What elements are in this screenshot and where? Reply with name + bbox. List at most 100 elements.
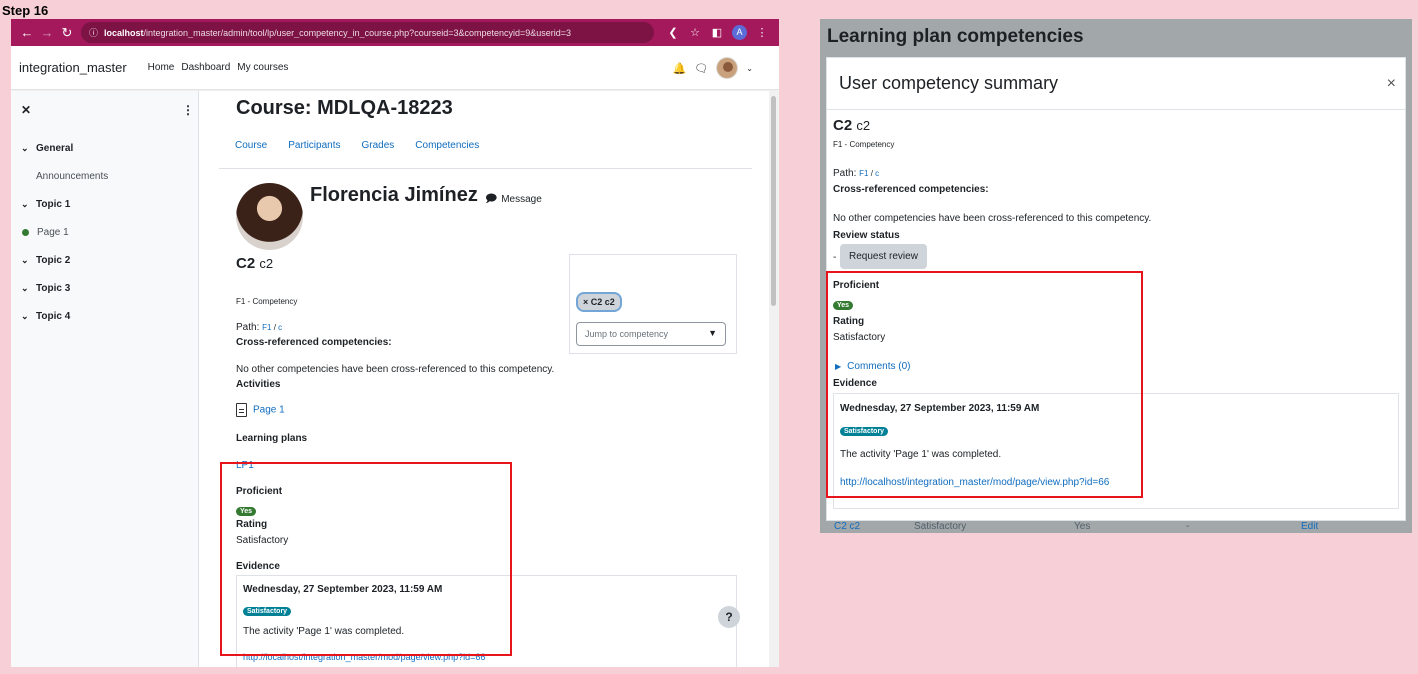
tab-competencies[interactable]: Competencies <box>415 140 479 151</box>
under-edit: Edit <box>1301 521 1319 532</box>
drawer-item-announcements[interactable]: Announcements <box>36 171 108 182</box>
drawer-options-icon[interactable]: ⋮ <box>182 103 194 117</box>
completion-dot-icon <box>22 229 29 236</box>
address-bar[interactable]: ⓘ localhost/integration_master/admin/too… <box>81 22 654 43</box>
site-info-icon[interactable]: ⓘ <box>89 26 98 39</box>
drawer-item-label: Topic 1 <box>36 199 71 210</box>
scrollbar-thumb[interactable] <box>771 96 776 306</box>
back-icon[interactable]: ← <box>17 25 37 40</box>
drawer-item-label: Topic 3 <box>36 283 71 294</box>
highlight-box-left <box>220 462 512 656</box>
review-status-dash: - <box>833 252 837 263</box>
share-icon[interactable]: ❮ <box>662 26 684 39</box>
chevron-down-icon: ⌄ <box>21 199 29 209</box>
modal-title: User competency summary <box>839 73 1059 93</box>
caret-down-icon: ▼ <box>708 328 717 338</box>
browser-menu-icon[interactable]: ⋮ <box>751 26 773 39</box>
drawer-item-topic-4[interactable]: ⌄ Topic 4 <box>21 311 70 322</box>
nav-link-dashboard[interactable]: Dashboard <box>181 62 230 73</box>
under-proficient: Yes <box>1074 521 1091 532</box>
jump-placeholder: Jump to competency <box>585 329 669 339</box>
drawer-item-topic-3[interactable]: ⌄ Topic 3 <box>21 283 70 294</box>
modal-path-label: Path: <box>833 168 857 179</box>
drawer-item-label: Topic 4 <box>36 311 71 322</box>
tab-grades[interactable]: Grades <box>362 140 395 151</box>
tab-course[interactable]: Course <box>235 140 267 151</box>
competency-idnumber: c2 <box>259 256 274 271</box>
under-competency: C2 c2 <box>834 521 861 532</box>
page-file-icon <box>236 403 247 417</box>
modal-competency-path: Path: F1 / c <box>833 168 879 179</box>
url-path: /integration_master/admin/tool/lp/user_c… <box>143 27 572 38</box>
forward-icon[interactable]: → <box>37 25 57 40</box>
chevron-down-icon: ⌄ <box>21 283 29 293</box>
modal-header: User competency summary × <box>827 58 1405 110</box>
nav-link-my-courses[interactable]: My courses <box>237 62 288 73</box>
page-scrollbar[interactable] <box>769 91 779 667</box>
competency-shortname: C2 <box>236 255 256 272</box>
chevron-down-icon: ⌄ <box>21 255 29 265</box>
chevron-down-icon: ⌄ <box>21 311 29 321</box>
browser-profile-avatar[interactable]: A <box>732 25 747 40</box>
drawer-item-general[interactable]: ⌄ General <box>21 143 73 154</box>
modal-crossref-heading: Cross-referenced competencies: <box>833 184 989 195</box>
under-dash: - <box>1186 521 1190 532</box>
url-host: localhost <box>104 27 144 38</box>
drawer-item-label: Topic 2 <box>36 255 71 266</box>
competency-framework: F1 - Competency <box>236 297 298 306</box>
modal-competency-framework: F1 - Competency <box>833 140 895 149</box>
activities-heading: Activities <box>236 379 281 390</box>
drawer-item-label: Announcements <box>36 171 109 182</box>
navbar-user-area: 🔔 🗨 ⌄ <box>673 57 753 79</box>
drawer-item-page-1[interactable]: Page 1 <box>22 227 69 238</box>
moodle-navbar: integration_master Home Dashboard My cou… <box>11 46 779 90</box>
path-label: Path: <box>236 322 260 333</box>
crossref-text: No other competencies have been cross-re… <box>236 364 555 375</box>
help-button[interactable]: ? <box>718 606 740 628</box>
step-label: Step 16 <box>2 3 49 18</box>
drawer-item-topic-2[interactable]: ⌄ Topic 2 <box>21 255 70 266</box>
bookmark-star-icon[interactable]: ☆ <box>684 26 706 39</box>
jump-to-competency-select[interactable]: Jump to competency ▼ <box>576 322 726 346</box>
activity-item[interactable]: Page 1 <box>236 403 285 417</box>
message-label: Message <box>501 194 542 205</box>
highlight-box-right <box>826 271 1143 498</box>
message-button[interactable]: 🗩 Message <box>485 190 542 209</box>
modal-path-link-c[interactable]: c <box>875 169 879 178</box>
modal-competency-heading: C2 c2 <box>833 117 870 134</box>
speech-bubble-icon: 🗩 <box>485 193 498 205</box>
page-title: Course: MDLQA-18223 <box>236 97 453 119</box>
modal-crossref-text: No other competencies have been cross-re… <box>833 213 1152 224</box>
activity-link[interactable]: Page 1 <box>253 405 285 416</box>
path-link-c[interactable]: c <box>278 323 282 332</box>
user-full-name: Florencia Jimínez <box>310 184 478 206</box>
site-brand[interactable]: integration_master <box>19 60 127 75</box>
nav-link-home[interactable]: Home <box>148 62 175 73</box>
notification-bell-icon[interactable]: 🔔 <box>673 62 687 75</box>
tabs-divider <box>219 168 752 169</box>
selected-competency-pill[interactable]: × C2 c2 <box>576 292 622 312</box>
under-rating: Satisfactory <box>914 521 967 532</box>
drawer-item-topic-1[interactable]: ⌄ Topic 1 <box>21 199 70 210</box>
course-tabs: Course Participants Grades Competencies <box>235 140 479 151</box>
close-drawer-icon[interactable]: ✕ <box>21 103 31 117</box>
user-menu-avatar[interactable] <box>716 57 739 79</box>
side-panel-icon[interactable]: ◧ <box>706 26 728 39</box>
request-review-button[interactable]: Request review <box>840 244 927 269</box>
user-profile-picture[interactable] <box>236 183 303 250</box>
drawer-item-label: General <box>36 143 74 154</box>
messages-icon[interactable]: 🗨 <box>694 62 708 75</box>
modal-competency-idnumber: c2 <box>856 118 871 133</box>
drawer-item-label: Page 1 <box>37 227 69 238</box>
chevron-down-icon: ⌄ <box>21 143 29 153</box>
course-index-drawer: ✕ ⋮ ⌄ General Announcements ⌄ Topic 1 Pa… <box>11 91 199 667</box>
tab-participants[interactable]: Participants <box>288 140 340 151</box>
panel-page-title: Learning plan competencies <box>827 26 1084 47</box>
close-icon[interactable]: × <box>1387 75 1396 93</box>
competency-heading: C2 c2 <box>236 255 273 272</box>
learning-plans-heading: Learning plans <box>236 433 308 444</box>
modal-competency-shortname: C2 <box>833 117 853 134</box>
chevron-down-icon[interactable]: ⌄ <box>746 64 753 73</box>
review-status-heading: Review status <box>833 230 900 241</box>
reload-icon[interactable]: ↻ <box>57 25 77 41</box>
